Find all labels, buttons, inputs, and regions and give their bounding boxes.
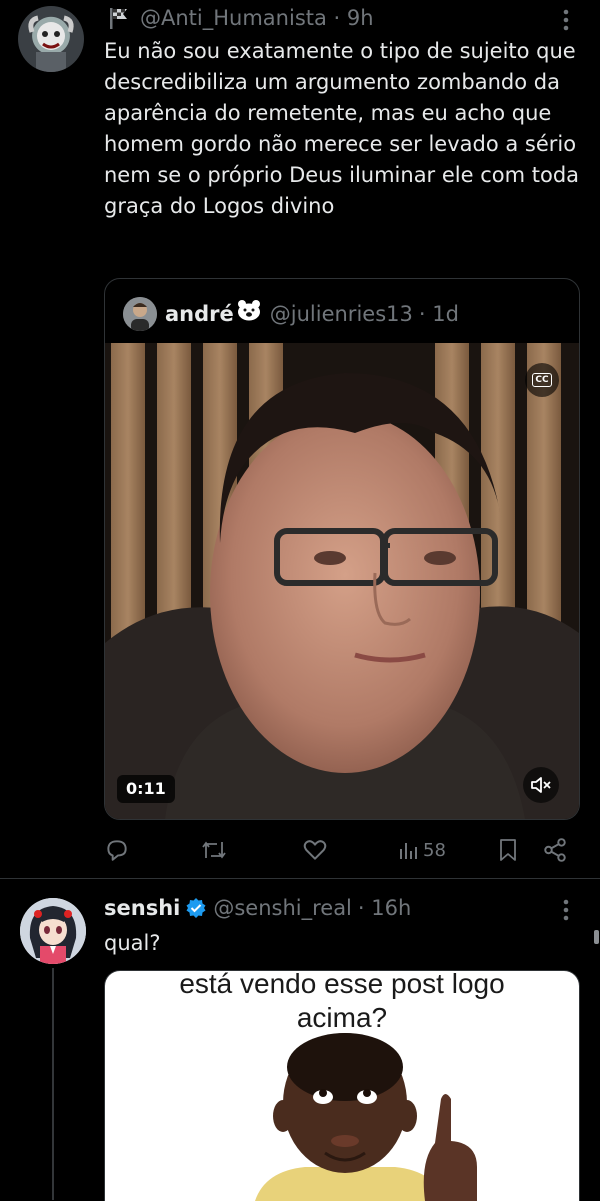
bookmark-icon — [500, 839, 516, 861]
post-time[interactable]: · 9h — [334, 6, 374, 30]
reply-author-avatar[interactable] — [20, 898, 86, 964]
cc-icon: CC — [532, 373, 552, 387]
reply-icon — [107, 840, 127, 861]
bookmark-button[interactable] — [497, 836, 519, 864]
author-avatar[interactable] — [18, 6, 84, 72]
captions-button[interactable]: CC — [525, 363, 559, 397]
more-icon[interactable] — [556, 8, 576, 32]
quoted-author-name[interactable]: andré — [165, 300, 234, 328]
reply-text: qual? — [104, 931, 161, 955]
quoted-author-handle[interactable]: @julienries13 — [270, 300, 413, 328]
verified-badge-icon — [186, 898, 206, 918]
mute-button[interactable] — [523, 767, 559, 803]
video-frame — [105, 343, 579, 819]
reply-author-name[interactable]: senshi — [104, 894, 180, 922]
meme-picture — [255, 1033, 477, 1201]
quoted-tweet-card[interactable]: andré @julienries13 · 1d CC 0:11 — [104, 278, 580, 820]
polar-bear-emoji-icon — [236, 299, 262, 328]
share-button[interactable] — [542, 836, 568, 864]
mute-icon — [531, 777, 551, 793]
reply-post-time[interactable]: · 16h — [358, 894, 411, 922]
scrollbar[interactable] — [594, 930, 599, 944]
tweet-text: Eu não sou exatamente o tipo de sujeito … — [104, 39, 580, 218]
share-icon — [544, 838, 566, 862]
like-icon — [303, 840, 327, 860]
views-icon — [400, 843, 417, 859]
quoted-author-avatar[interactable] — [123, 297, 157, 331]
thread-line — [52, 968, 54, 1200]
reply-more-icon[interactable] — [556, 898, 576, 922]
quoted-post-time[interactable]: · 1d — [419, 300, 459, 328]
flag-icon — [106, 6, 132, 30]
video-duration: 0:11 — [117, 775, 175, 803]
like-button[interactable] — [302, 836, 328, 864]
retweet-button[interactable] — [200, 836, 228, 864]
reply-button[interactable] — [104, 836, 130, 864]
views-button[interactable]: 58 — [398, 836, 446, 864]
retweet-icon — [202, 841, 226, 859]
reply-image[interactable]: está vendo esse post logo acima? — [104, 970, 580, 1201]
reply-author-handle[interactable]: @senshi_real — [213, 894, 352, 922]
author-handle[interactable]: @Anti_Humanista — [140, 6, 327, 30]
divider — [0, 878, 600, 879]
video-player[interactable]: CC 0:11 — [105, 343, 579, 819]
views-count: 58 — [423, 839, 446, 861]
